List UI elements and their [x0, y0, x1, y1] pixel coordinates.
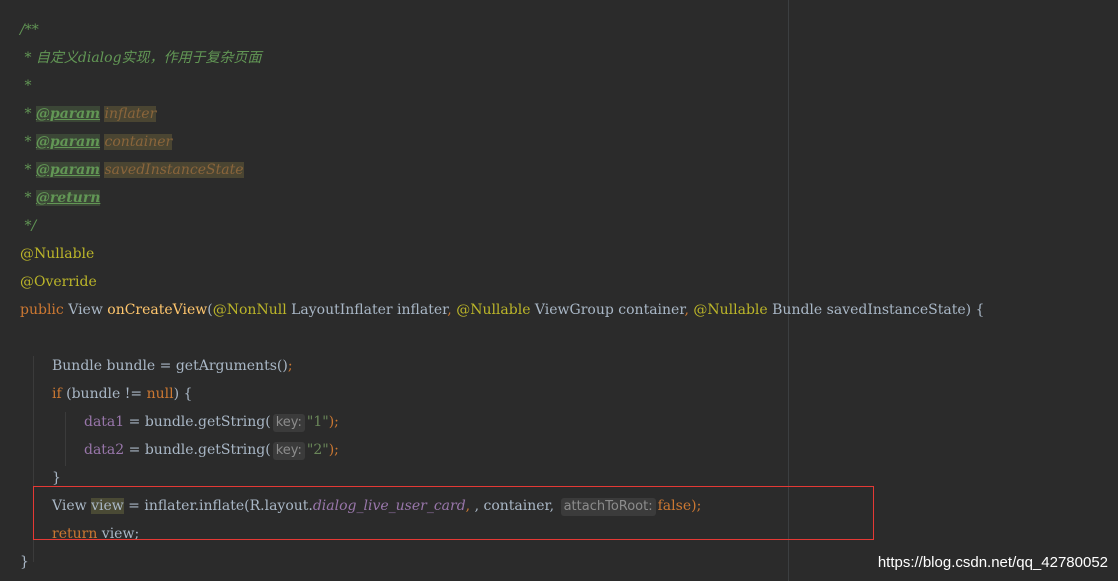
code-line-doc-blank: *: [20, 78, 32, 94]
param-name: inflater: [104, 106, 157, 122]
param-name: savedInstanceState: [104, 162, 244, 178]
layout-resource[interactable]: dialog_live_user_card: [313, 498, 466, 514]
code-line-method-close: }: [20, 554, 29, 570]
view-variable[interactable]: view: [91, 498, 124, 514]
param-hint-attach: attachToRoot:: [560, 498, 656, 516]
indent-guide: [33, 356, 34, 562]
code-line-if-close: }: [52, 470, 61, 486]
code-line-param-inflater: * @param inflater: [20, 106, 157, 122]
code-line-return: * @return: [20, 190, 101, 206]
param-tag: @param: [35, 106, 101, 122]
return-tag: @return: [35, 190, 101, 206]
right-margin-guide: [788, 0, 789, 581]
code-line-bundle: Bundle bundle = getArguments();: [52, 358, 293, 374]
code-line-if: if (bundle != null) {: [52, 386, 193, 402]
indent-guide-inner: [65, 412, 66, 466]
param-tag: @param: [35, 162, 101, 178]
watermark: https://blog.csdn.net/qq_42780052: [877, 554, 1108, 571]
code-line-annotation-nullable: @Nullable: [20, 246, 95, 262]
param-tag: @param: [35, 134, 101, 150]
code-line-inflate: View view = inflater.inflate(R.layout.di…: [52, 498, 702, 516]
param-hint-key: key:: [272, 414, 305, 432]
code-line-data2: data2 = bundle.getString(key: "2");: [84, 442, 339, 460]
code-line-annotation-override: @Override: [20, 274, 97, 290]
code-line-doc-close: */: [20, 218, 37, 234]
param-name: container: [104, 134, 173, 150]
code-line-doc-desc: * 自定义dialog实现，作用于复杂页面: [20, 50, 262, 66]
code-line-data1: data1 = bundle.getString(key: "1");: [84, 414, 339, 432]
code-line-param-container: * @param container: [20, 134, 173, 150]
code-line-return-view: return view;: [52, 526, 140, 542]
code-line-doc-open: /**: [20, 22, 39, 38]
code-line-method-signature: public View onCreateView(@NonNull Layout…: [20, 302, 985, 318]
code-line-param-state: * @param savedInstanceState: [20, 162, 244, 178]
param-hint-key: key:: [272, 442, 305, 460]
code-editor[interactable]: /** * 自定义dialog实现，作用于复杂页面 * * @param inf…: [0, 0, 1118, 581]
method-name[interactable]: onCreateView: [107, 302, 207, 318]
